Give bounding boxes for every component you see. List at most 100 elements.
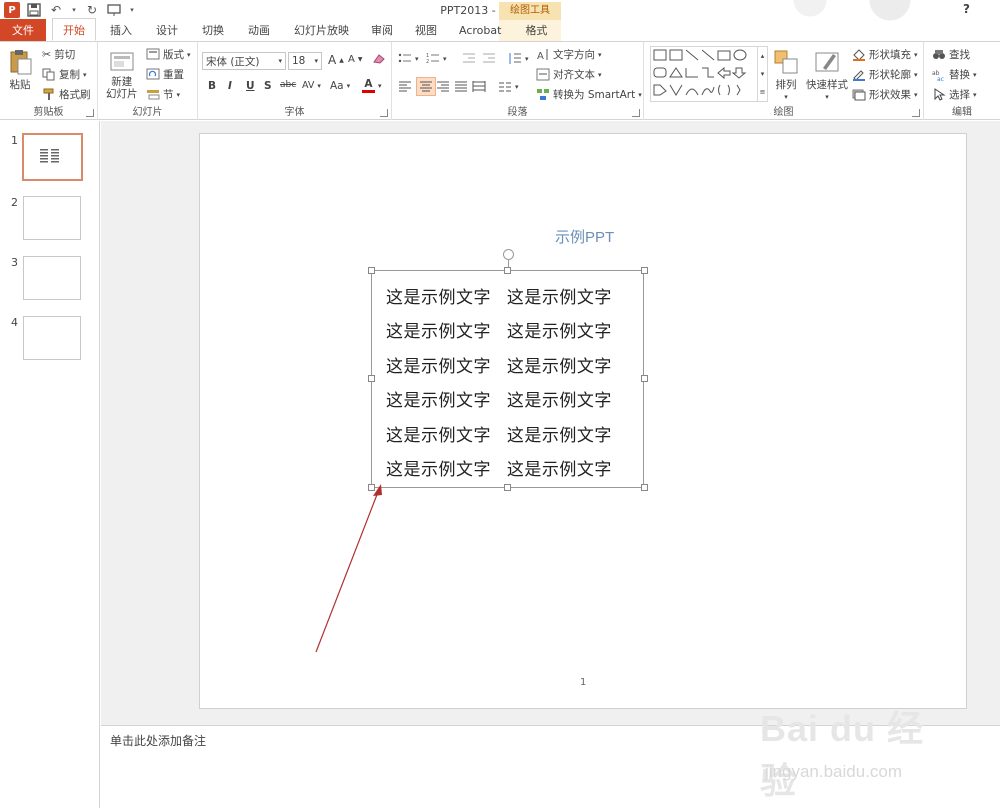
slide-thumbnail[interactable]	[23, 196, 81, 240]
increase-indent-button[interactable]	[482, 52, 496, 65]
grow-font-button[interactable]: A ▲	[328, 53, 344, 67]
tab-animations[interactable]: 动画	[238, 19, 280, 41]
copy-button[interactable]: 复制 ▾	[42, 67, 87, 82]
format-painter-button[interactable]: 格式刷	[42, 87, 91, 102]
resize-handle-top[interactable]	[504, 267, 511, 274]
shape-effects-button[interactable]: 形状效果 ▾	[852, 87, 918, 102]
tab-slide-show[interactable]: 幻灯片放映	[284, 19, 359, 41]
italic-button[interactable]: I	[228, 80, 232, 92]
replace-dropdown-icon[interactable]: ▾	[973, 71, 977, 79]
thumbnail-item[interactable]: 4	[0, 316, 100, 366]
tab-insert[interactable]: 插入	[100, 19, 142, 41]
select-dropdown-icon[interactable]: ▾	[973, 91, 977, 99]
resize-handle-bottom[interactable]	[504, 484, 511, 491]
tab-transitions[interactable]: 切换	[192, 19, 234, 41]
thumbnail-item[interactable]: 1	[0, 133, 100, 184]
tab-home[interactable]: 开始	[52, 18, 96, 41]
arrange-dropdown-icon[interactable]: ▾	[784, 93, 788, 101]
drawing-launcher-icon[interactable]	[912, 109, 920, 117]
align-text-button[interactable]: 对齐文本 ▾	[536, 67, 602, 82]
slide-title[interactable]: 示例PPT	[555, 226, 614, 247]
line-spacing-button[interactable]: ▾	[508, 52, 529, 65]
resize-handle-top-right[interactable]	[641, 267, 648, 274]
shape-outline-dropdown-icon[interactable]: ▾	[914, 71, 918, 79]
section-button[interactable]: 节 ▾	[146, 87, 180, 102]
justify-button[interactable]	[454, 80, 468, 93]
layout-button[interactable]: 版式 ▾	[146, 47, 191, 62]
text-direction-button[interactable]: A 文字方向 ▾	[536, 47, 602, 62]
gallery-more-icon[interactable]: ≡	[760, 88, 766, 96]
columns-button[interactable]: ▾	[498, 80, 519, 93]
align-left-button[interactable]	[398, 80, 412, 93]
quick-styles-button[interactable]: 快速样式 ▾	[806, 48, 848, 101]
text-direction-dropdown-icon[interactable]: ▾	[598, 51, 602, 59]
change-case-button[interactable]: Aa ▾	[330, 80, 350, 92]
resize-handle-bottom-right[interactable]	[641, 484, 648, 491]
clipboard-launcher-icon[interactable]	[86, 109, 94, 117]
gallery-down-icon[interactable]: ▾	[761, 70, 765, 78]
tab-format[interactable]: 格式	[515, 19, 557, 41]
paste-button[interactable]: 粘贴	[6, 48, 34, 92]
character-spacing-button[interactable]: AV ▾	[302, 80, 321, 91]
layout-dropdown-icon[interactable]: ▾	[187, 51, 191, 59]
select-button[interactable]: 选择 ▾	[932, 87, 977, 102]
resize-handle-right[interactable]	[641, 375, 648, 382]
find-button[interactable]: 查找	[932, 47, 970, 62]
resize-handle-top-left[interactable]	[368, 267, 375, 274]
bullets-button[interactable]: ▾	[398, 52, 419, 65]
reset-button[interactable]: 重置	[146, 67, 184, 82]
bold-button[interactable]: B	[208, 80, 216, 92]
tab-file[interactable]: 文件	[0, 19, 46, 41]
distributed-button[interactable]	[472, 80, 486, 93]
paragraph-launcher-icon[interactable]	[632, 109, 640, 117]
underline-button[interactable]: U	[246, 80, 255, 92]
shape-outline-button[interactable]: 形状轮廓 ▾	[852, 67, 918, 82]
shape-fill-dropdown-icon[interactable]: ▾	[914, 51, 918, 59]
line-spacing-dropdown-icon[interactable]: ▾	[525, 55, 529, 63]
help-icon[interactable]: ?	[963, 2, 970, 16]
change-case-dropdown-icon[interactable]: ▾	[347, 82, 351, 90]
font-family-dropdown-icon[interactable]: ▾	[278, 57, 282, 65]
replace-button[interactable]: ab ac 替换 ▾	[932, 67, 977, 82]
shape-effects-dropdown-icon[interactable]: ▾	[914, 91, 918, 99]
arrange-button[interactable]: 排列 ▾	[772, 48, 800, 101]
align-right-button[interactable]	[436, 80, 450, 93]
numbering-dropdown-icon[interactable]: ▾	[443, 55, 447, 63]
resize-handle-bottom-left[interactable]	[368, 484, 375, 491]
align-center-button[interactable]	[416, 77, 436, 96]
thumbnail-item[interactable]: 3	[0, 256, 100, 306]
notes-placeholder[interactable]: 单击此处添加备注	[110, 732, 206, 749]
cut-button[interactable]: ✂ 剪切	[42, 47, 75, 62]
shadow-button[interactable]: S	[264, 80, 272, 92]
decrease-indent-button[interactable]	[462, 52, 476, 65]
align-text-dropdown-icon[interactable]: ▾	[598, 71, 602, 79]
copy-dropdown-icon[interactable]: ▾	[83, 71, 87, 79]
font-size-select[interactable]: 18 ▾	[288, 52, 322, 70]
section-dropdown-icon[interactable]: ▾	[177, 91, 181, 99]
shape-fill-button[interactable]: 形状填充 ▾	[852, 47, 918, 62]
thumbnail-item[interactable]: 2	[0, 196, 100, 246]
tab-review[interactable]: 审阅	[361, 19, 403, 41]
quick-styles-dropdown-icon[interactable]: ▾	[825, 93, 829, 101]
clear-formatting-button[interactable]	[372, 52, 386, 65]
gallery-up-icon[interactable]: ▴	[761, 52, 765, 60]
bullets-dropdown-icon[interactable]: ▾	[415, 55, 419, 63]
font-family-select[interactable]: 宋体 (正文) ▾	[202, 52, 286, 70]
strikethrough-button[interactable]: abc	[280, 80, 296, 90]
character-spacing-dropdown-icon[interactable]: ▾	[317, 82, 321, 90]
slide-thumbnail[interactable]	[23, 316, 81, 360]
font-launcher-icon[interactable]	[380, 109, 388, 117]
convert-smartart-dropdown-icon[interactable]: ▾	[638, 91, 642, 99]
shapes-gallery[interactable]	[650, 46, 758, 102]
gallery-scroll[interactable]: ▴ ▾ ≡	[758, 46, 768, 102]
slide-thumbnail[interactable]	[23, 256, 81, 300]
tab-view[interactable]: 视图	[405, 19, 447, 41]
resize-handle-left[interactable]	[368, 375, 375, 382]
font-color-dropdown-icon[interactable]: ▾	[378, 82, 382, 90]
columns-dropdown-icon[interactable]: ▾	[515, 83, 519, 91]
convert-smartart-button[interactable]: 转换为 SmartArt ▾	[536, 87, 642, 102]
tab-acrobat[interactable]: Acrobat	[449, 19, 511, 41]
new-slide-button[interactable]: 新建 幻灯片	[106, 48, 138, 100]
slide-thumbnail-selected[interactable]	[22, 133, 83, 181]
tab-design[interactable]: 设计	[146, 19, 188, 41]
